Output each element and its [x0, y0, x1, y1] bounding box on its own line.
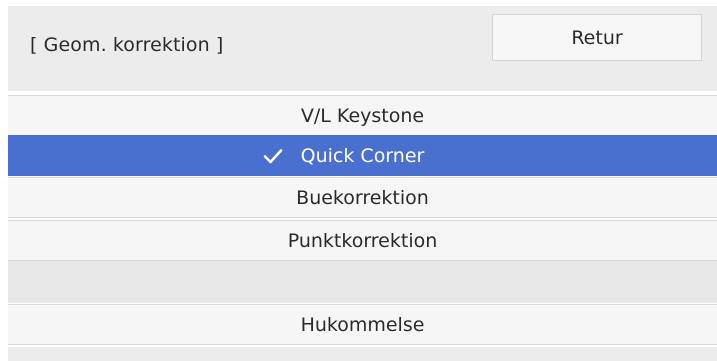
header-bar: [ Geom. korrektion ] Retur — [8, 6, 717, 91]
back-button[interactable]: Retur — [492, 14, 702, 61]
memory-label: Hukommelse — [300, 313, 425, 336]
menu-item-label: Buekorrektion — [296, 186, 429, 209]
menu-item-label: V/L Keystone — [300, 104, 425, 127]
separator-row — [8, 261, 717, 303]
memory-button[interactable]: Hukommelse — [8, 304, 717, 345]
menu-item-arc-correction[interactable]: Buekorrektion — [8, 177, 717, 218]
check-icon — [263, 148, 282, 163]
menu-item-point-correction[interactable]: Punktkorrektion — [8, 220, 717, 261]
bottom-strip — [8, 347, 717, 361]
menu-item-label: Punktkorrektion — [287, 229, 438, 252]
page-title: [ Geom. korrektion ] — [30, 34, 224, 56]
geometry-correction-panel: [ Geom. korrektion ] Retur V/L Keystone … — [0, 0, 717, 361]
menu-item-label: Quick Corner — [300, 144, 425, 167]
menu-item-quick-corner[interactable]: Quick Corner — [8, 135, 717, 176]
menu-item-vl-keystone[interactable]: V/L Keystone — [8, 95, 717, 136]
